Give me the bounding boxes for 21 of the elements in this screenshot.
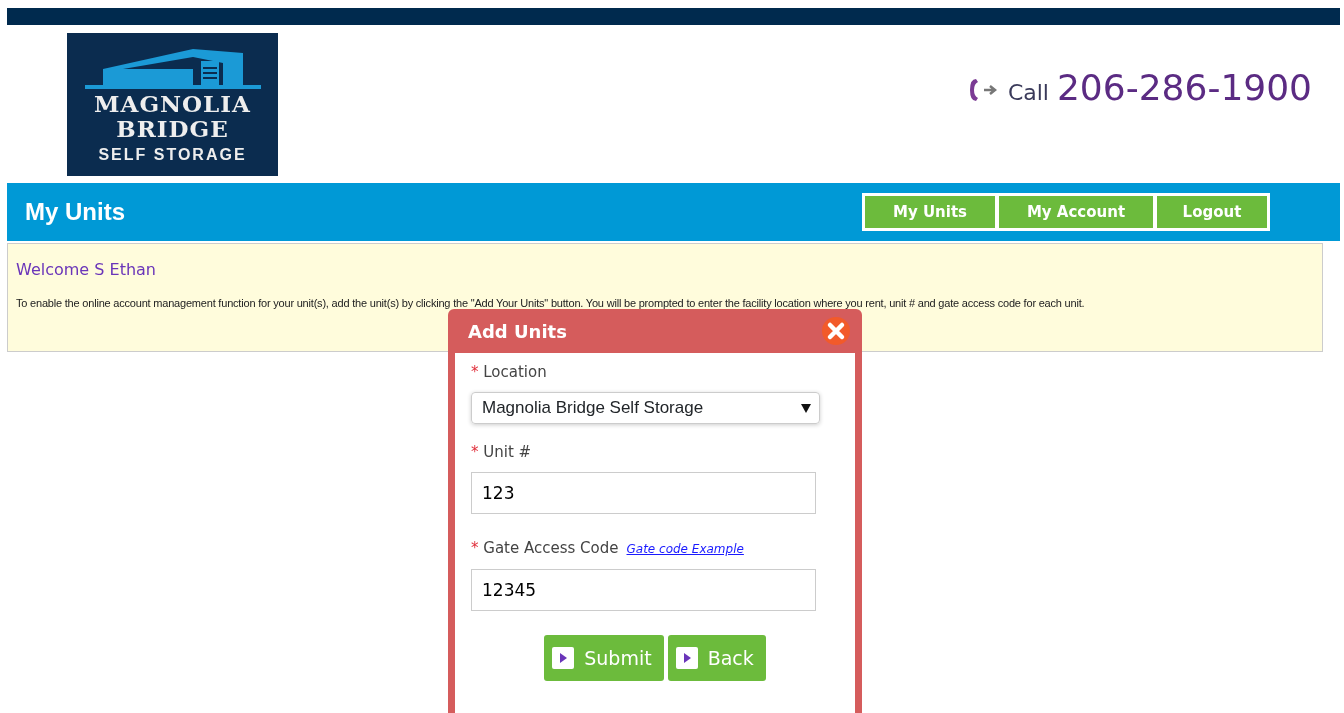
play-icon [552, 647, 575, 669]
phone-number: 206-286-1900 [1056, 70, 1312, 106]
logo-text: BRIDGE [116, 116, 229, 141]
welcome-message: To enable the online account management function for your unit(s), add the unit(s) by clicking the "Add Your Units" button. You will be prompted to enter the facility location where you rent, unit # and gate access code for each unit. [16, 296, 1086, 311]
dialog-title: Add Units [468, 319, 567, 344]
field-label: * Unit # [471, 443, 532, 461]
field-label: * Gate Access Code [471, 539, 619, 557]
field-label: * Location [471, 363, 547, 381]
logo-text: SELF STORAGE [98, 145, 247, 165]
page-title: My Units [25, 197, 125, 227]
logo[interactable]: MAGNOLIA BRIDGE SELF STORAGE [67, 33, 278, 176]
example-link[interactable]: Gate code Example [626, 542, 744, 556]
call-label: Call [1007, 79, 1049, 107]
input-field[interactable]: 123 [471, 472, 816, 514]
close-icon[interactable] [821, 316, 851, 346]
logo-text: MAGNOLIA [94, 91, 251, 116]
play-icon [675, 647, 698, 669]
location-dropdown[interactable]: Magnolia Bridge Self Storage [471, 392, 820, 424]
caret-icon [801, 404, 811, 414]
input-field[interactable]: 12345 [471, 569, 816, 611]
welcome-heading: Welcome S Ethan [16, 259, 157, 281]
